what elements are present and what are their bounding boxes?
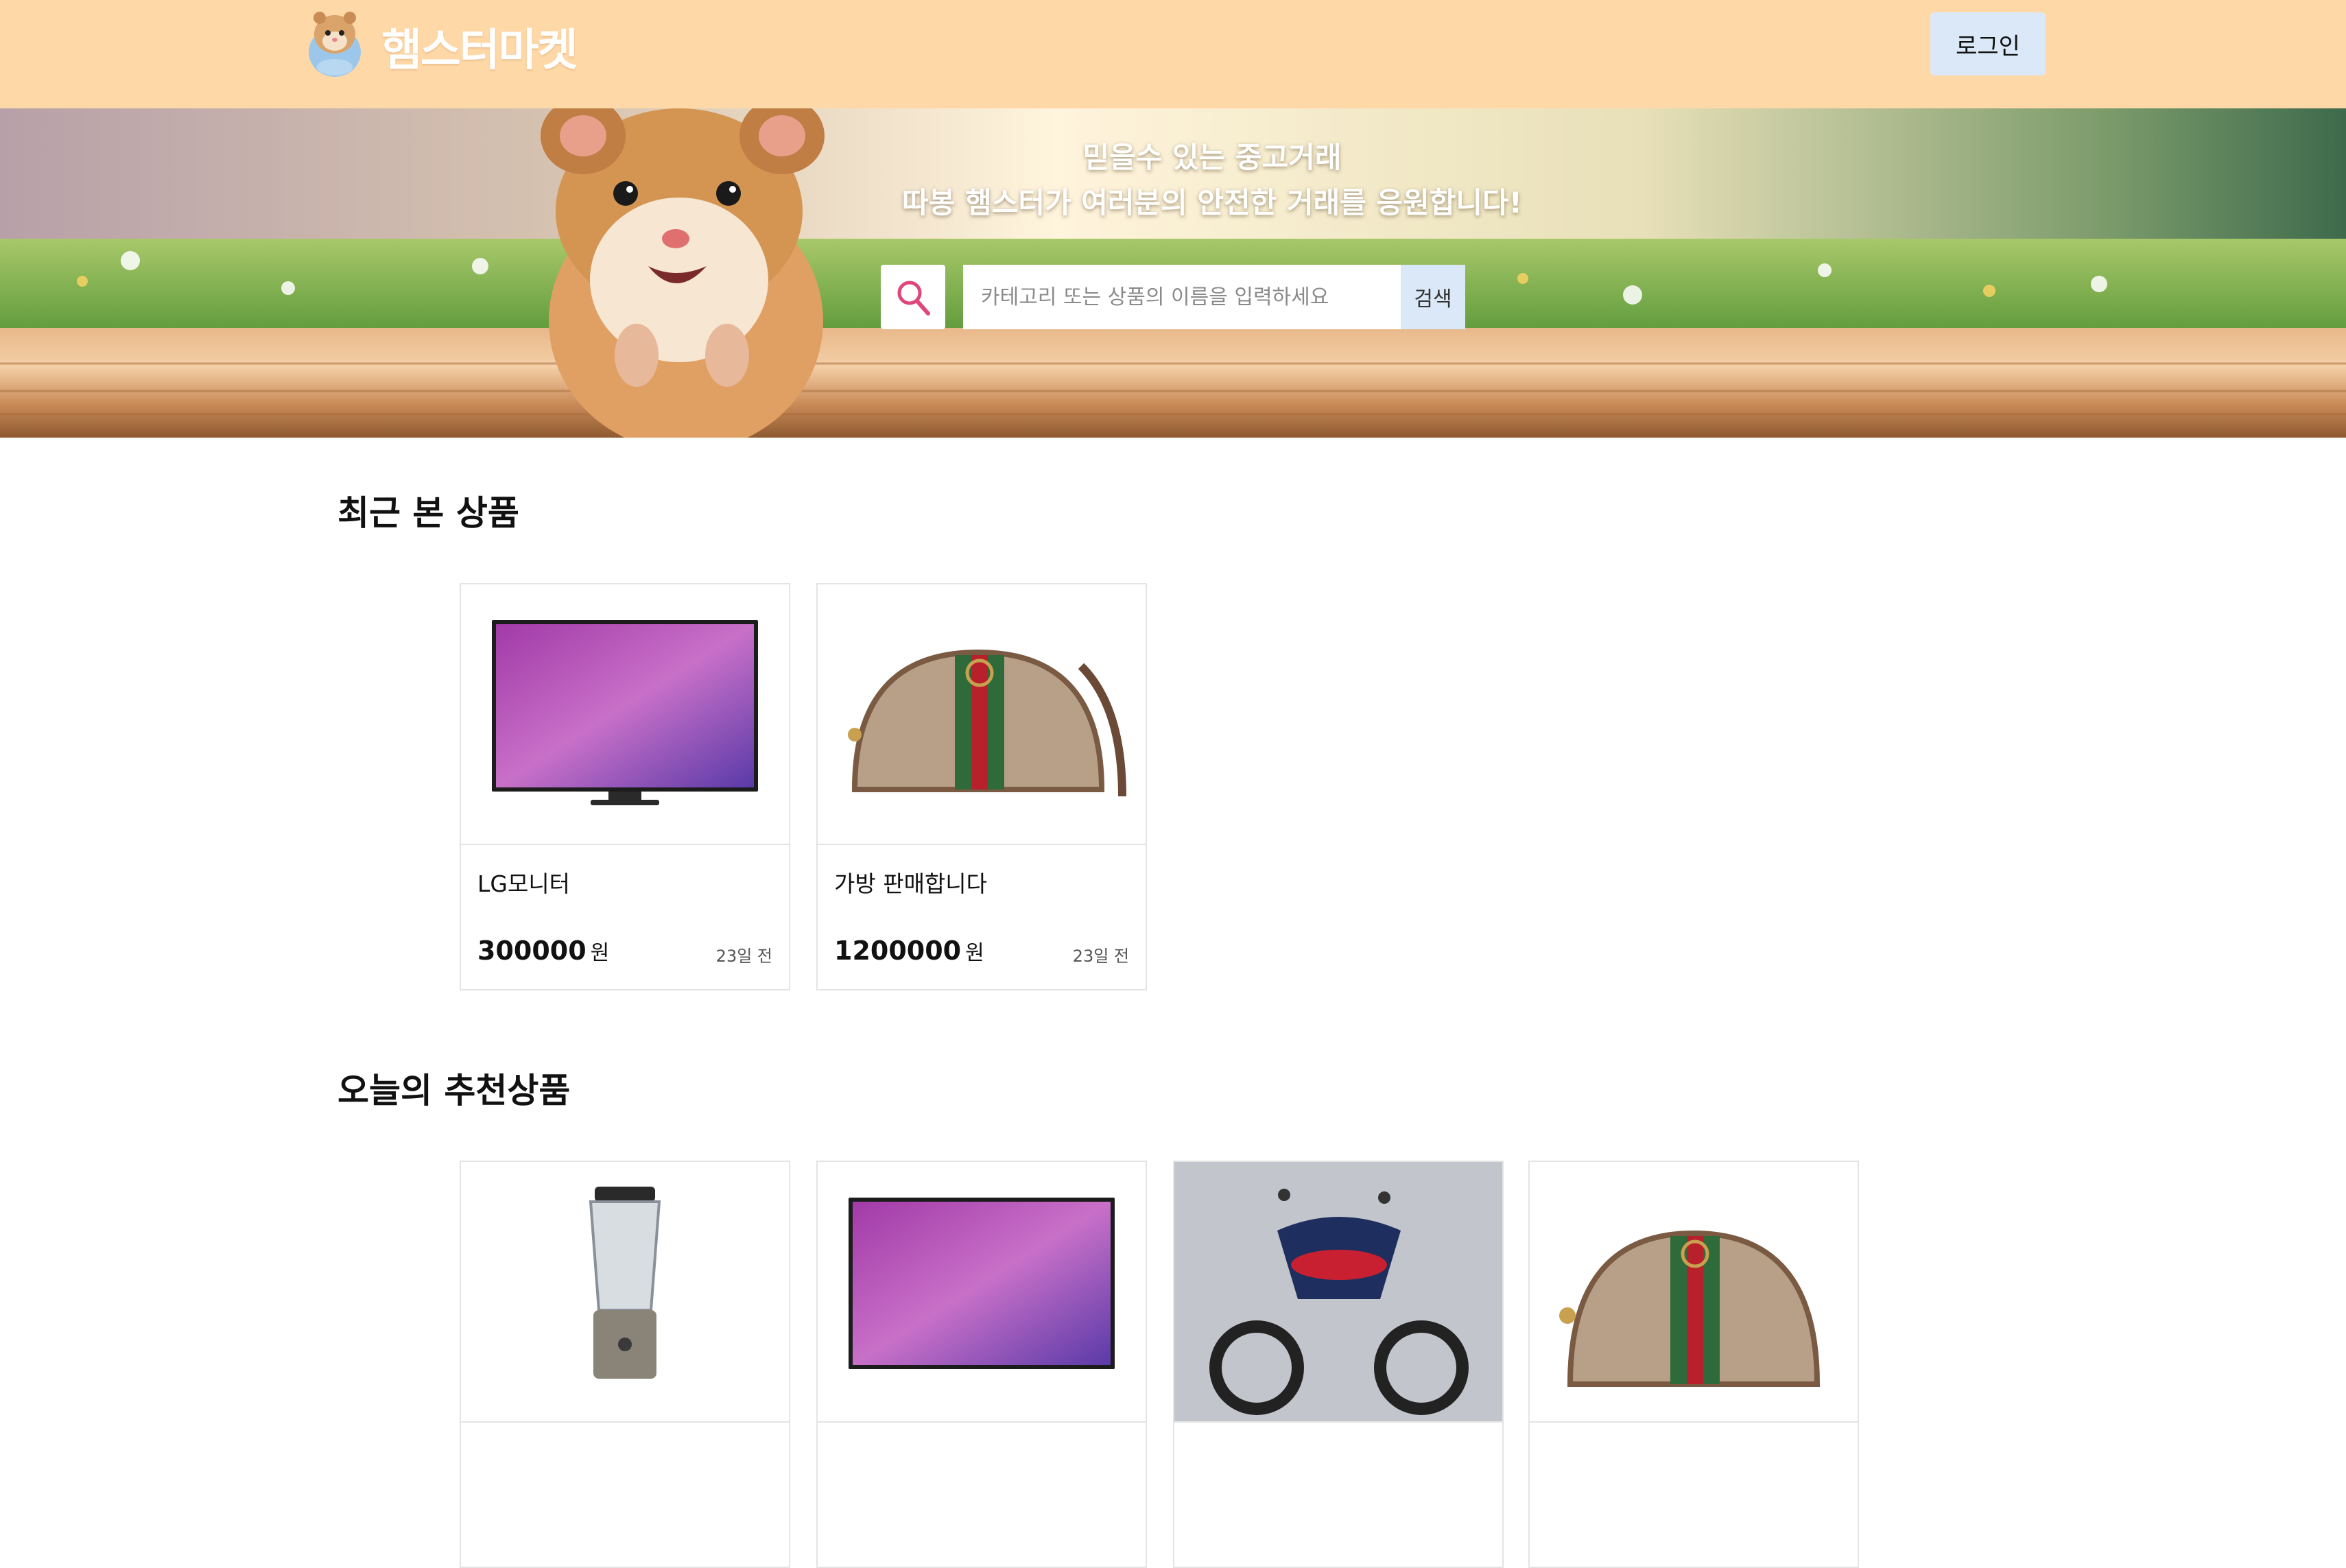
search-icon[interactable] xyxy=(881,265,945,329)
blender-image xyxy=(589,1187,661,1379)
bag-image xyxy=(1559,1230,1821,1387)
tv-image xyxy=(849,1198,1115,1369)
product-card[interactable]: 가방 판매합니다 1200000 원 23일 전 xyxy=(816,583,1147,990)
product-thumbnail[interactable] xyxy=(818,1162,1146,1423)
search-input[interactable] xyxy=(963,265,1401,329)
tv-image xyxy=(492,620,758,805)
product-price: 300000 원 xyxy=(477,936,609,966)
site-header: 햄스터마켓 로그인 xyxy=(0,0,2346,108)
banner-subheadline: 따봉 햄스터가 여러분의 안전한 거래를 응원합니다! xyxy=(902,186,1522,219)
product-card[interactable]: LG모니터 300000 원 23일 전 xyxy=(460,583,790,990)
product-card[interactable] xyxy=(1173,1161,1504,1568)
bag-image xyxy=(848,649,1126,797)
price-value: 300000 xyxy=(477,936,586,966)
product-card[interactable] xyxy=(816,1161,1147,1568)
product-thumbnail[interactable] xyxy=(1530,1162,1858,1423)
product-card[interactable] xyxy=(1528,1161,1859,1568)
scooter-image xyxy=(1174,1162,1502,1421)
hamster-logo-icon[interactable] xyxy=(303,4,366,78)
price-unit: 원 xyxy=(590,941,610,965)
login-button[interactable]: 로그인 xyxy=(1930,12,2046,75)
price-unit: 원 xyxy=(965,941,984,965)
site-logo-text[interactable]: 햄스터마켓 xyxy=(381,15,578,78)
recommended-section-title: 오늘의 추천상품 xyxy=(337,1071,571,1110)
hero-banner: 믿을수 있는 중고거래 따봉 햄스터가 여러분의 안전한 거래를 응원합니다! … xyxy=(0,108,2346,438)
product-card[interactable] xyxy=(460,1161,790,1568)
banner-headline: 믿을수 있는 중고거래 xyxy=(1082,141,1342,174)
product-thumbnail[interactable] xyxy=(461,584,789,845)
product-thumbnail[interactable] xyxy=(461,1162,789,1423)
product-price: 1200000 원 xyxy=(834,936,984,966)
product-time: 23일 전 xyxy=(1072,947,1129,966)
product-time: 23일 전 xyxy=(715,947,772,966)
price-value: 1200000 xyxy=(834,936,962,966)
search-button[interactable]: 검색 xyxy=(1401,265,1465,329)
product-title[interactable]: 가방 판매합니다 xyxy=(834,866,987,899)
recent-section-title: 최근 본 상품 xyxy=(337,493,519,533)
product-thumbnail[interactable] xyxy=(1174,1162,1502,1423)
product-thumbnail[interactable] xyxy=(818,584,1146,845)
product-title[interactable]: LG모니터 xyxy=(477,866,570,899)
